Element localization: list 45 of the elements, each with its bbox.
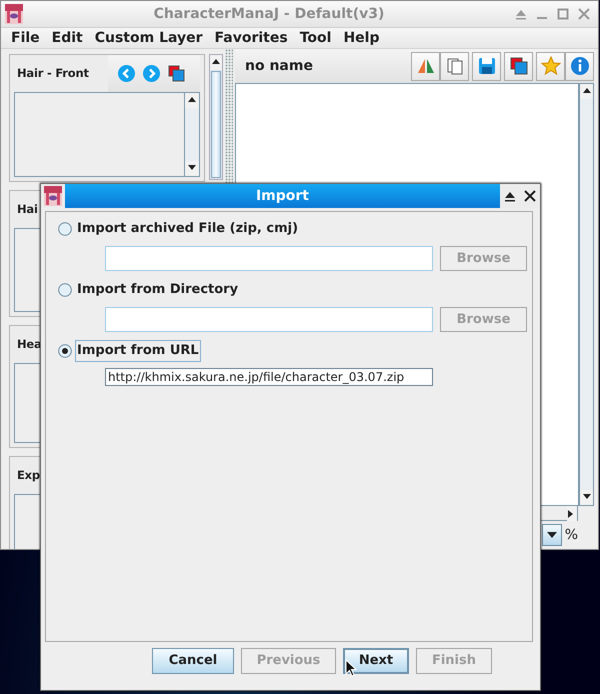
maximize-icon[interactable] xyxy=(556,7,570,21)
menu-item[interactable]: File xyxy=(5,28,46,48)
radio-button[interactable] xyxy=(58,344,72,358)
caret-icon xyxy=(546,532,557,538)
panel-title: Hai xyxy=(16,200,38,218)
dialog-title: Import xyxy=(254,186,310,206)
app-icon xyxy=(4,3,24,25)
toolbar-button[interactable] xyxy=(411,52,440,80)
text-field[interactable] xyxy=(105,246,433,271)
layers-icon xyxy=(508,56,528,76)
mouse-cursor-icon xyxy=(345,659,357,677)
window-title: CharacterManaJ - Default(v3) xyxy=(152,4,386,24)
option-label[interactable]: Import archived File (zip, cmj) xyxy=(75,218,300,240)
previous-icon[interactable] xyxy=(118,65,135,82)
panel-title: Hair - Front xyxy=(16,64,90,82)
toolbar-button[interactable] xyxy=(504,52,533,80)
option-label[interactable]: Import from Directory xyxy=(75,279,240,301)
option-label[interactable]: Import from URL xyxy=(75,340,201,362)
next-icon[interactable] xyxy=(143,65,160,82)
radio-button[interactable] xyxy=(58,222,72,236)
toolbar-button[interactable] xyxy=(472,52,501,80)
zoom-unit: % xyxy=(564,526,578,544)
toolbar-button[interactable] xyxy=(440,52,469,80)
menu-item[interactable]: Favorites xyxy=(208,28,294,48)
text-field[interactable]: http://khmix.sakura.ne.jp/file/character_03.07.zip xyxy=(105,368,433,386)
toolbar-button[interactable] xyxy=(565,52,594,80)
scrollbar[interactable] xyxy=(579,83,594,506)
star-icon xyxy=(540,56,560,76)
menu-item[interactable]: Tool xyxy=(294,28,338,48)
text-field[interactable] xyxy=(105,307,433,332)
menu-item[interactable]: Help xyxy=(337,28,386,48)
preview-title: no name xyxy=(244,56,314,76)
close-icon[interactable] xyxy=(523,189,537,203)
scrollbar[interactable] xyxy=(209,54,223,180)
info-icon xyxy=(570,56,590,76)
app-icon xyxy=(43,185,63,207)
copy-icon xyxy=(444,56,464,76)
menu-item[interactable]: Edit xyxy=(46,28,89,48)
radio-button[interactable] xyxy=(58,283,72,297)
zoom-dropdown[interactable] xyxy=(542,524,562,546)
layers-icon[interactable] xyxy=(168,65,185,82)
dialog-button[interactable]: Cancel xyxy=(152,648,234,674)
panel-title: Exp xyxy=(16,466,40,484)
save-icon xyxy=(476,56,496,76)
menu-item[interactable]: Custom Layer xyxy=(88,28,209,48)
